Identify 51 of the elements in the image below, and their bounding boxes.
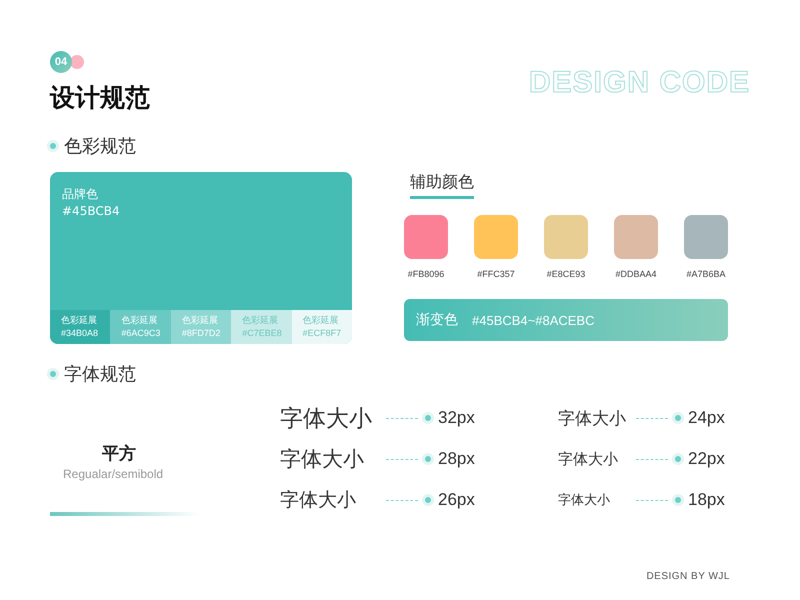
font-sample: 字体大小 [558,408,627,430]
gradient-label: 渐变色 [416,311,458,329]
page-title: 设计规范 [50,82,150,114]
dot-icon [675,415,681,421]
swatch-label: 色彩延展 [182,314,219,327]
section-title: 色彩规范 [64,135,136,158]
footer-credit: DESIGN BY WJL [646,571,730,582]
swatch-label: 色彩延展 [302,314,340,327]
swatch-code: #ECF8F7 [302,327,342,340]
font-sample: 字体大小 [280,488,357,513]
font-sample: 字体大小 [558,450,619,468]
section-number: 04 [50,51,72,73]
font-weights: Regualar/semibold [63,467,164,481]
bullet-icon [50,143,56,149]
bullet-icon [50,371,56,377]
swatch-code: #C7EBE8 [242,327,283,340]
dot-icon [425,456,431,462]
font-name: 平方 [102,443,137,465]
swatch-code: #6AC9C3 [121,327,162,340]
font-size-value: 18px [688,490,725,510]
swatch-label: 色彩延展 [121,314,158,327]
brand-label: 品牌色 [62,186,99,203]
swatch-code: #DDBAA4 [615,269,657,279]
font-sample: 字体大小 [558,492,611,509]
swatch-code: #FFC357 [477,269,515,279]
dot-icon [425,415,431,421]
font-size-value: 32px [438,408,475,428]
swatch-code: #A7B6BA [686,269,726,279]
dot-icon [675,497,681,503]
swatch-code: #8FD7D2 [182,327,222,340]
design-code-heading: DESIGN CODE [528,66,750,100]
swatch-code: #FB8096 [408,269,444,279]
font-sample: 字体大小 [280,404,373,434]
dot-icon [675,456,681,462]
swatch-code: #34B0A8 [61,327,100,340]
swatch-code: #E8CE93 [546,269,586,279]
font-size-value: 24px [688,408,725,428]
font-size-value: 26px [438,490,475,510]
font-size-value: 28px [438,449,475,469]
font-sample: 字体大小 [280,446,365,473]
section-title: 字体规范 [64,363,136,386]
decor-dot [70,55,84,69]
swatch-label: 色彩延展 [61,314,98,327]
gradient-code: #45BCB4~#8ACEBC [472,312,594,328]
font-size-value: 22px [688,449,725,469]
dot-icon [425,497,431,503]
dashed-leader-line [386,458,418,460]
dashed-leader-line [636,458,668,460]
brand-code: #45BCB4 [62,203,121,220]
swatch-label: 色彩延展 [242,314,280,327]
auxiliary-title: 辅助颜色 [410,172,474,199]
